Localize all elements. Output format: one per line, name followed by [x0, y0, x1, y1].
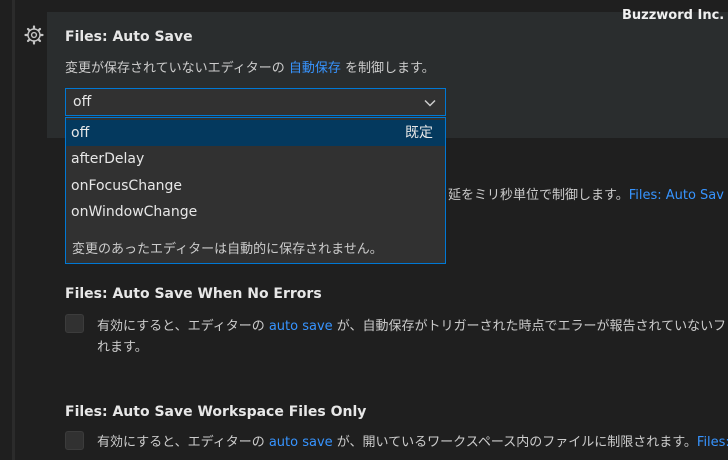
no-errors-desc-after: が、自動保存がトリガーされた時点でエラーが報告されていないファイ	[332, 319, 728, 334]
no-errors-desc-before: 有効にすると、エディターの	[97, 319, 269, 334]
settings-left-border	[12, 0, 15, 460]
auto-save-desc-link[interactable]: 自動保存	[289, 61, 341, 76]
no-errors-name: Auto Save When No Errors	[112, 286, 322, 302]
no-errors-description-line2: れます。	[97, 340, 148, 355]
no-errors-checkbox[interactable]	[65, 314, 84, 333]
dropdown-option-onfocuschange[interactable]: onFocusChange	[66, 173, 445, 199]
workspace-only-checkbox[interactable]	[65, 431, 84, 450]
auto-save-dropdown-list: off 既定 afterDelay onFocusChange onWindow…	[65, 117, 446, 264]
workspace-only-desc-after: が、開いているワークスペース内のファイルに制限されます。	[332, 435, 697, 450]
no-errors-description: 有効にすると、エディターの auto save が、自動保存がトリガーされた時点…	[97, 315, 728, 334]
option-label: off	[71, 125, 90, 141]
auto-save-description: 変更が保存されていないエディターの 自動保存 を制御します。	[65, 57, 435, 76]
workspace-only-name: Auto Save Workspace Files Only	[112, 404, 367, 420]
default-tag: 既定	[405, 125, 433, 141]
option-label: afterDelay	[71, 151, 145, 167]
auto-save-select[interactable]: off	[65, 88, 446, 116]
option-label: onWindowChange	[71, 204, 198, 220]
no-errors-category: Files:	[65, 286, 113, 302]
auto-save-no-errors-title: Files: Auto Save When No Errors	[65, 286, 322, 302]
workspace-only-description: 有効にすると、エディターの auto save が、開いているワークスペース内の…	[97, 431, 728, 450]
dropdown-option-onwindowchange[interactable]: onWindowChange	[66, 199, 445, 225]
workspace-only-desc-link[interactable]: auto save	[269, 435, 333, 450]
workspace-only-desc-before: 有効にすると、エディターの	[97, 435, 269, 450]
settings-page: Buzzword Inc. Files: Auto Save 変更が保存されてい…	[0, 0, 728, 460]
auto-save-desc-before: 変更が保存されていないエディターの	[65, 61, 289, 76]
workspace-only-category: Files:	[65, 404, 113, 420]
option-label: onFocusChange	[71, 178, 183, 194]
auto-save-title: Files: Auto Save	[65, 29, 193, 45]
workspace-only-desc-link2[interactable]: Files: Au	[697, 435, 728, 450]
dropdown-option-afterdelay[interactable]: afterDelay	[66, 146, 445, 172]
auto-save-delay-description: 延をミリ秒単位で制御します。Files: Auto Sav	[448, 184, 724, 203]
auto-save-category: Files:	[65, 29, 113, 45]
workspace-only-title: Files: Auto Save Workspace Files Only	[65, 404, 366, 420]
gear-icon[interactable]	[24, 25, 44, 45]
auto-save-name: Auto Save	[112, 29, 193, 45]
no-errors-desc-link[interactable]: auto save	[269, 319, 333, 334]
auto-save-delay-desc: 延をミリ秒単位で制御します。	[448, 188, 629, 203]
auto-save-select-value: off	[73, 94, 92, 110]
dropdown-option-description: 変更のあったエディターは自動的に保存されません。	[72, 242, 383, 257]
auto-save-desc-after: を制御します。	[340, 61, 435, 76]
auto-save-delay-desc-link[interactable]: Files: Auto Sav	[629, 188, 724, 203]
chevron-down-icon	[424, 99, 436, 107]
watermark: Buzzword Inc.	[622, 8, 725, 23]
dropdown-option-off[interactable]: off 既定	[66, 120, 445, 146]
